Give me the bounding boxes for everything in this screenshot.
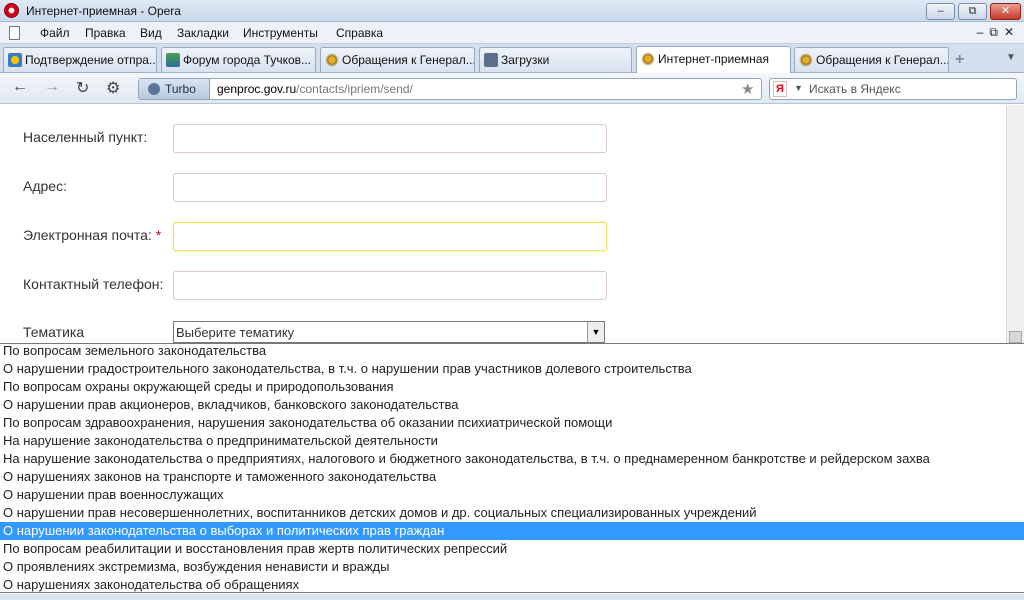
url-path: /contacts/ipriem/send/ [296,82,413,96]
menu-edit[interactable]: Правка [85,26,126,40]
tab-forum[interactable]: Форум города Тучков... [161,47,316,72]
navigation-bar: ← → ↻ ⚙ Turbo genproc.gov.ru/contacts/ip… [0,73,1024,104]
status-bar [0,594,1024,600]
tab-downloads[interactable]: Загрузки [479,47,632,72]
tab-appeals-2[interactable]: Обращения к Генерал... [794,47,949,72]
tab-bar: Подтверждение отпра... Форум города Тучк… [0,44,1024,73]
url-host: genproc.gov.ru [217,82,297,96]
dropdown-option[interactable]: О нарушении градостроительного законодат… [0,360,1024,378]
search-field[interactable]: Я ▼ Искать в Яндекс [769,78,1017,100]
tab-internet-reception[interactable]: Интернет-приемная [636,46,791,73]
back-arrow-icon[interactable]: ← [12,78,28,96]
tab-appeals-1[interactable]: Обращения к Генерал... [320,47,475,72]
forum-icon [166,53,180,67]
page-icon[interactable] [9,26,20,40]
topic-dropdown-list[interactable]: По вопросам земельного законодательства О… [0,343,1024,593]
turbo-button[interactable]: Turbo [139,79,210,99]
dropdown-option[interactable]: По вопросам охраны окружающей среды и пр… [0,378,1024,396]
dropdown-option[interactable]: О нарушениях законодательства об обращен… [0,576,1024,592]
opera-logo-icon[interactable] [4,3,19,18]
yandex-icon[interactable]: Я [773,81,787,97]
scrollbar-thumb[interactable] [1009,331,1022,343]
tab-confirmation[interactable]: Подтверждение отпра... [3,47,157,72]
dropdown-option[interactable]: По вопросам реабилитации и восстановлени… [0,540,1024,558]
emblem-icon [799,53,813,67]
phone-input[interactable] [173,271,607,300]
dropdown-option[interactable]: О проявлениях экстремизма, возбуждения н… [0,558,1024,576]
emblem-icon [325,53,339,67]
topic-label: Тематика [23,324,85,340]
email-label: Электронная почта: * [23,227,162,243]
dropdown-option[interactable]: О нарушениях законов на транспорте и там… [0,468,1024,486]
bookmark-star-icon[interactable]: ★ [741,80,754,98]
key-icon[interactable]: ⚙ [106,78,120,98]
address-label: Адрес: [23,178,67,194]
dropdown-option[interactable]: По вопросам земельного законодательства [0,344,1024,360]
minimize-button[interactable]: – [926,3,955,20]
maximize-button[interactable]: ⧉ [958,3,987,20]
dropdown-option[interactable]: На нарушение законодательства о предприн… [0,432,1024,450]
menu-tools[interactable]: Инструменты [243,26,318,40]
globe-icon [8,53,22,67]
vertical-scrollbar[interactable] [1006,105,1024,343]
forward-arrow-icon[interactable]: → [44,78,60,96]
tab-list-chevron-down-icon[interactable]: ▼ [1006,52,1016,63]
topic-selected-value: Выберите тематику [176,325,295,340]
dropdown-option[interactable]: О нарушении прав военнослужащих [0,486,1024,504]
emblem-icon [641,52,655,66]
select-chevron-down-icon[interactable]: ▼ [587,322,604,342]
menu-bar: Файл Правка Вид Закладки Инструменты Спр… [0,22,1024,44]
dropdown-option[interactable]: О нарушении прав акционеров, вкладчиков,… [0,396,1024,414]
title-bar: Интернет-приемная - Opera – ⧉ ✕ [0,0,1024,22]
address-input[interactable] [173,173,607,202]
menu-bookmarks[interactable]: Закладки [177,26,229,40]
mdi-window-controls[interactable]: –⧉✕ [977,25,1020,40]
dropdown-option[interactable]: На нарушение законодательства о предприя… [0,450,1024,468]
reload-icon[interactable]: ↻ [76,78,89,98]
search-placeholder: Искать в Яндекс [809,82,901,96]
search-engine-chevron-down-icon[interactable]: ▼ [794,83,803,93]
phone-label: Контактный телефон: [23,276,164,292]
dropdown-option[interactable]: По вопросам здравоохранения, нарушения з… [0,414,1024,432]
close-button[interactable]: ✕ [990,3,1021,20]
window-title: Интернет-приемная - Opera [26,4,181,18]
required-mark: * [155,227,162,243]
menu-view[interactable]: Вид [140,26,162,40]
url-text[interactable]: genproc.gov.ru/contacts/ipriem/send/ [217,82,413,96]
menu-help[interactable]: Справка [336,26,383,40]
turbo-icon [148,83,160,95]
topic-select[interactable]: Выберите тематику ▼ [173,321,605,343]
page-content: Населенный пункт: Адрес: Электронная поч… [0,105,1006,343]
address-bar[interactable]: Turbo genproc.gov.ru/contacts/ipriem/sen… [138,78,762,100]
dropdown-option[interactable]: О нарушении прав несовершеннолетних, вос… [0,504,1024,522]
new-tab-plus-icon[interactable]: + [955,51,964,69]
download-icon [484,53,498,67]
locality-input[interactable] [173,124,607,153]
email-input[interactable] [173,222,607,251]
locality-label: Населенный пункт: [23,129,148,145]
dropdown-option[interactable]: О нарушении законодательства о выборах и… [0,522,1024,540]
menu-file[interactable]: Файл [40,26,70,40]
